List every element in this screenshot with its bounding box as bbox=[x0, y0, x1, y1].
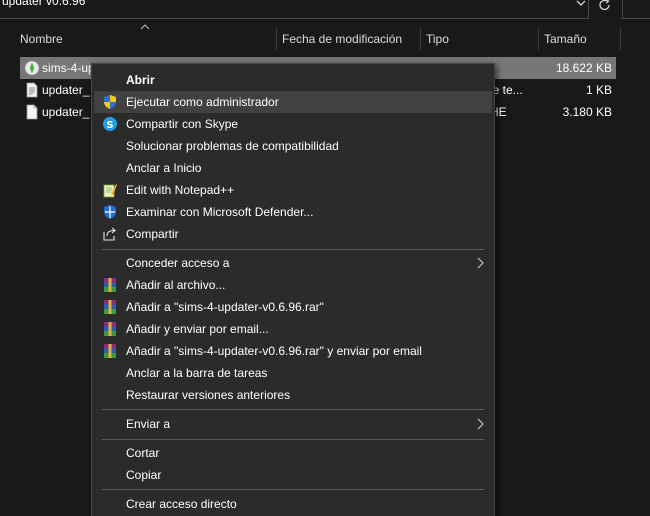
address-bar-area: updater v0.6.96 bbox=[0, 0, 650, 22]
defender-shield-icon bbox=[104, 205, 116, 219]
chevron-down-icon[interactable] bbox=[574, 0, 588, 12]
text-file-icon bbox=[26, 82, 38, 98]
menu-item-grant-access[interactable]: Conceder acceso a bbox=[94, 252, 492, 274]
menu-item-label: Conceder acceso a bbox=[126, 256, 230, 270]
address-path: updater v0.6.96 bbox=[2, 0, 86, 8]
menu-item-label: Añadir a "sims-4-updater-v0.6.96.rar" y … bbox=[126, 344, 422, 358]
column-header-modified[interactable]: Fecha de modificación bbox=[276, 26, 420, 52]
winrar-icon bbox=[104, 278, 116, 292]
menu-separator bbox=[102, 489, 484, 490]
menu-item-add-to-rar-and-email[interactable]: Añadir a "sims-4-updater-v0.6.96.rar" y … bbox=[94, 340, 492, 362]
menu-item-label: Enviar a bbox=[126, 417, 171, 431]
menu-item-label: Añadir a "sims-4-updater-v0.6.96.rar" bbox=[126, 300, 324, 314]
menu-item-label: Compartir bbox=[126, 227, 179, 241]
menu-item-pin-taskbar[interactable]: Anclar a la barra de tareas bbox=[94, 362, 492, 384]
share-icon bbox=[103, 227, 116, 241]
menu-item-label: Copiar bbox=[126, 468, 162, 482]
menu-item-label: Edit with Notepad++ bbox=[126, 183, 235, 197]
menu-item-pin-start[interactable]: Anclar a Inicio bbox=[94, 157, 492, 179]
menu-separator bbox=[102, 439, 484, 440]
menu-item-share-skype[interactable]: S Compartir con Skype bbox=[94, 113, 492, 135]
menu-item-label: Anclar a Inicio bbox=[126, 161, 202, 175]
menu-item-create-shortcut[interactable]: Crear acceso directo bbox=[94, 493, 492, 515]
winrar-icon bbox=[104, 300, 116, 314]
menu-item-label: Compartir con Skype bbox=[126, 117, 239, 131]
menu-item-label: Añadir y enviar por email... bbox=[126, 322, 269, 336]
address-bar[interactable]: updater v0.6.96 bbox=[0, 0, 589, 19]
notepad-plus-plus-icon bbox=[103, 184, 117, 198]
menu-item-defender-scan[interactable]: Examinar con Microsoft Defender... bbox=[94, 201, 492, 223]
menu-item-abrir[interactable]: Abrir bbox=[94, 69, 492, 91]
menu-item-label: Restaurar versiones anteriores bbox=[126, 388, 291, 402]
menu-item-add-to-rar[interactable]: Añadir a "sims-4-updater-v0.6.96.rar" bbox=[94, 296, 492, 318]
menu-item-label: Solucionar problemas de compatibilidad bbox=[126, 139, 339, 153]
uac-shield-icon bbox=[104, 95, 116, 109]
column-headers: Nombre Fecha de modificación Tipo Tamaño bbox=[0, 26, 650, 52]
chevron-right-icon bbox=[477, 418, 484, 430]
menu-item-label: Abrir bbox=[126, 73, 155, 87]
winrar-icon bbox=[104, 322, 116, 336]
menu-item-run-as-admin[interactable]: Ejecutar como administrador bbox=[94, 91, 492, 113]
search-box[interactable] bbox=[622, 0, 650, 19]
column-header-type[interactable]: Tipo bbox=[420, 26, 538, 52]
file-name: sims-4-up bbox=[42, 61, 95, 75]
sims-app-icon bbox=[24, 60, 40, 76]
menu-separator bbox=[102, 409, 484, 410]
menu-item-label: Ejecutar como administrador bbox=[126, 95, 279, 109]
refresh-icon[interactable] bbox=[596, 0, 614, 14]
menu-item-add-and-email[interactable]: Añadir y enviar por email... bbox=[94, 318, 492, 340]
menu-item-share[interactable]: Compartir bbox=[94, 223, 492, 245]
menu-item-label: Anclar a la barra de tareas bbox=[126, 366, 268, 380]
menu-item-restore-versions[interactable]: Restaurar versiones anteriores bbox=[94, 384, 492, 406]
menu-item-label: Cortar bbox=[126, 446, 160, 460]
menu-item-label: Crear acceso directo bbox=[126, 497, 237, 511]
winrar-icon bbox=[104, 344, 116, 358]
menu-item-edit-notepadpp[interactable]: Edit with Notepad++ bbox=[94, 179, 492, 201]
skype-icon: S bbox=[103, 117, 117, 131]
file-name: updater_ bbox=[42, 83, 90, 97]
context-menu: Abrir Ejecutar como administrador S Comp… bbox=[91, 63, 495, 516]
file-size: 1 KB bbox=[585, 83, 612, 97]
menu-item-add-to-archive[interactable]: Añadir al archivo... bbox=[94, 274, 492, 296]
sort-ascending-icon bbox=[140, 24, 150, 30]
menu-item-label: Examinar con Microsoft Defender... bbox=[126, 205, 314, 219]
column-divider[interactable] bbox=[620, 28, 621, 50]
chevron-right-icon bbox=[477, 257, 484, 269]
menu-item-copy[interactable]: Copiar bbox=[94, 464, 492, 486]
menu-item-send-to[interactable]: Enviar a bbox=[94, 413, 492, 435]
file-size: 3.180 KB bbox=[562, 105, 612, 119]
menu-separator bbox=[102, 249, 484, 250]
column-header-size[interactable]: Tamaño bbox=[538, 26, 620, 52]
file-icon bbox=[26, 104, 38, 120]
file-name: updater_ bbox=[42, 105, 90, 119]
file-size: 18.622 KB bbox=[555, 61, 612, 75]
svg-text:S: S bbox=[106, 120, 113, 131]
menu-item-troubleshoot-compat[interactable]: Solucionar problemas de compatibilidad bbox=[94, 135, 492, 157]
menu-item-cut[interactable]: Cortar bbox=[94, 442, 492, 464]
explorer-window: updater v0.6.96 Nombre Fecha de modifica… bbox=[0, 0, 650, 516]
menu-item-label: Añadir al archivo... bbox=[126, 278, 226, 292]
